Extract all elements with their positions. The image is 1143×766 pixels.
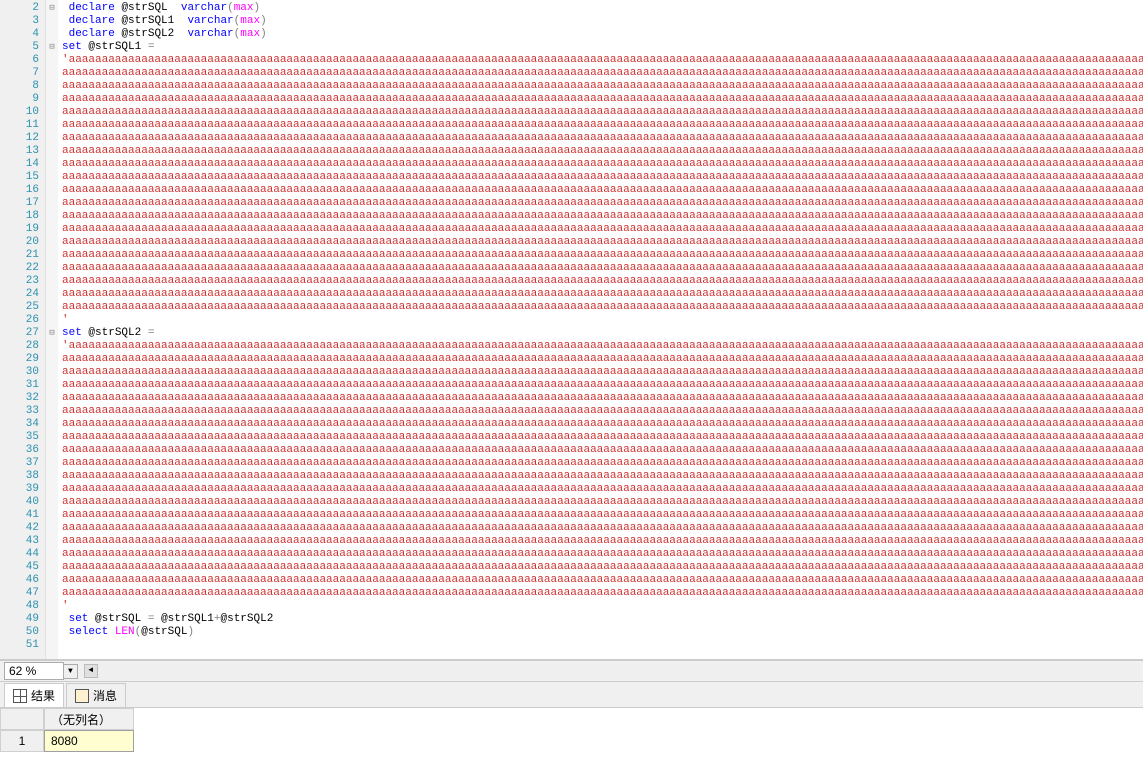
tab-messages-label: 消息	[93, 687, 117, 704]
grid-header-row: （无列名）	[0, 708, 1143, 730]
results-tabs-bar: 结果 消息	[0, 682, 1143, 708]
results-grid[interactable]: （无列名） 1 8080	[0, 708, 1143, 752]
grid-corner-cell[interactable]	[0, 708, 44, 730]
grid-icon	[13, 689, 27, 703]
message-icon	[75, 689, 89, 703]
code-fold-column[interactable]: ⊟⊟⊟	[46, 0, 58, 659]
grid-data-row[interactable]: 1 8080	[0, 730, 1143, 752]
tab-results-label: 结果	[31, 687, 55, 704]
editor-status-bar: ▼ ◄	[0, 660, 1143, 682]
grid-data-cell[interactable]: 8080	[44, 730, 134, 752]
tab-results[interactable]: 结果	[4, 683, 64, 707]
grid-column-header[interactable]: （无列名）	[44, 708, 134, 730]
tab-messages[interactable]: 消息	[66, 683, 126, 707]
horizontal-scrollbar[interactable]: ◄	[84, 664, 1139, 678]
scroll-left-button[interactable]: ◄	[84, 664, 98, 678]
zoom-level-input[interactable]	[4, 662, 64, 680]
zoom-dropdown-button[interactable]: ▼	[63, 664, 78, 679]
code-editor[interactable]: 2345678910111213141516171819202122232425…	[0, 0, 1143, 660]
line-number-gutter: 2345678910111213141516171819202122232425…	[0, 0, 46, 659]
grid-row-header[interactable]: 1	[0, 730, 44, 752]
code-text-area[interactable]: declare @strSQL varchar(max) declare @st…	[58, 0, 1143, 659]
